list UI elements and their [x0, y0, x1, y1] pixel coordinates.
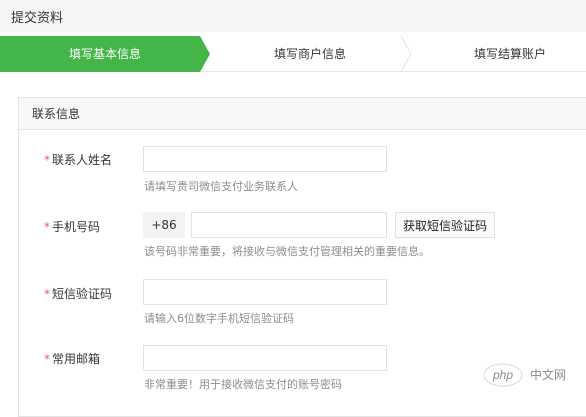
step-merchant-info: 填写商户信息: [273, 47, 346, 61]
required-mark: *: [44, 287, 50, 301]
get-sms-code-button[interactable]: 获取短信验证码: [395, 212, 496, 238]
sms-code-input[interactable]: [143, 279, 387, 305]
contact-name-label: * 联系人姓名: [44, 153, 113, 167]
contact-name-hint: 请填写贵司微信支付业务联系人: [144, 180, 298, 193]
required-mark: *: [44, 352, 50, 366]
watermark-site-text: 中文网: [530, 367, 566, 382]
page-header: 提交资料: [0, 0, 586, 32]
step-progress: 填写基本信息 填写商户信息 填写结算账户: [0, 36, 586, 72]
section-title: 联系信息: [19, 98, 586, 130]
sms-code-label: * 短信验证码: [44, 287, 113, 301]
step-settlement-account: 填写结算账户: [473, 47, 546, 61]
phone-label: * 手机号码: [44, 220, 101, 234]
php-logo-text: php: [492, 368, 513, 382]
email-input[interactable]: [143, 345, 387, 371]
sms-code-hint: 请输入6位数字手机短信验证码: [144, 312, 294, 325]
phone-hint: 该号码非常重要，将接收与微信支付管理相关的重要信息。: [144, 245, 430, 258]
country-code-prefix: +86: [143, 212, 185, 238]
email-hint: 非常重要！用于接收微信支付的账号密码: [144, 378, 342, 391]
required-mark: *: [44, 220, 50, 234]
contact-name-input[interactable]: [143, 146, 387, 172]
required-mark: *: [44, 153, 50, 167]
phone-input[interactable]: [191, 212, 387, 238]
step-basic-info: 填写基本信息: [0, 36, 210, 72]
email-label: * 常用邮箱: [44, 352, 101, 366]
php-watermark-logo: php 中文网: [484, 363, 566, 387]
page-title: 提交资料: [11, 11, 64, 26]
